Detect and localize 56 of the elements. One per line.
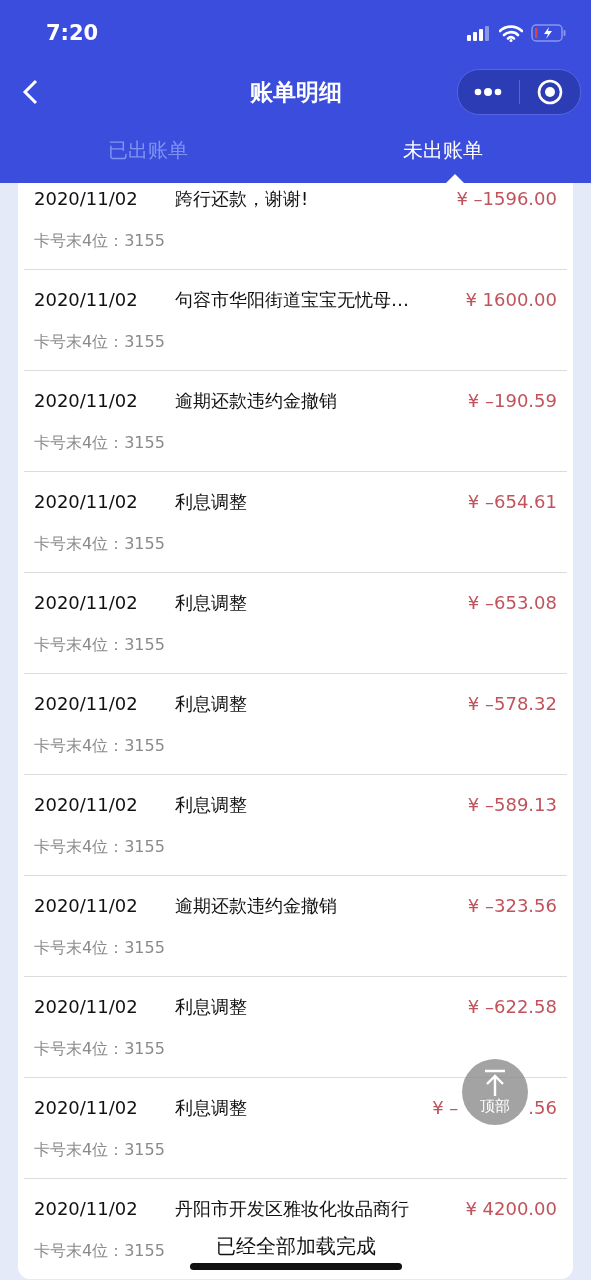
card-number: 卡号末4位：3155: [34, 230, 165, 252]
transaction-description: 利息调整: [175, 691, 248, 716]
transaction-date: 2020/11/02: [34, 1198, 139, 1219]
transaction-amount: ¥ –589.13: [467, 794, 557, 815]
card-number: 卡号末4位：3155: [34, 735, 165, 757]
transaction-amount: ¥ –323.56: [467, 895, 557, 916]
card-number: 卡号末4位：3155: [34, 937, 165, 959]
battery-icon: [531, 24, 567, 42]
wifi-icon: [499, 24, 523, 42]
more-icon[interactable]: [474, 88, 503, 96]
card-number: 卡号末4位：3155: [34, 634, 165, 656]
card-number: 卡号末4位：3155: [34, 1038, 165, 1060]
transaction-description: 丹阳市开发区雅妆化妆品商行: [175, 1196, 410, 1221]
transaction-date: 2020/11/02: [34, 1097, 139, 1118]
tab[interactable]: 已出账单: [0, 118, 296, 183]
transaction-date: 2020/11/02: [34, 996, 139, 1017]
transaction-description: 利息调整: [175, 590, 248, 615]
transaction-date: 2020/11/02: [34, 491, 139, 512]
card-number: 卡号末4位：3155: [34, 331, 165, 353]
transaction-date: 2020/11/02: [34, 895, 139, 916]
transaction-description: 利息调整: [175, 994, 248, 1019]
transaction-amount: ¥ –653.08: [467, 592, 557, 613]
tab[interactable]: 未出账单: [295, 118, 591, 183]
transaction-date: 2020/11/02: [34, 390, 139, 411]
card-number: 卡号末4位：3155: [34, 1240, 165, 1262]
transaction-amount: ¥ 1600.00: [465, 289, 557, 310]
transaction-date: 2020/11/02: [34, 794, 139, 815]
transaction-amount: ¥ –622.58: [467, 996, 557, 1017]
transaction-description: 利息调整: [175, 489, 248, 514]
signal-icon: [467, 25, 491, 41]
transaction-description: 利息调整: [175, 792, 248, 817]
transaction-amount: ¥ –654.61: [467, 491, 557, 512]
transaction-description: 句容市华阳街道宝宝无忧母…: [175, 287, 410, 312]
card-number: 卡号末4位：3155: [34, 533, 165, 555]
load-complete-text: 已经全部加载完成: [215, 1233, 376, 1260]
transaction-amount: ¥ –: [432, 1097, 459, 1118]
transaction-amount: ¥ –578.32: [467, 693, 557, 714]
transaction-date: 2020/11/02: [34, 693, 139, 714]
transaction-date: 2020/11/02: [34, 592, 139, 613]
transaction-amount: .56: [528, 1097, 557, 1118]
card-number: 卡号末4位：3155: [34, 836, 165, 858]
transaction-amount: ¥ 4200.00: [465, 1198, 557, 1219]
transaction-description: 逾期还款违约金撤销: [175, 893, 338, 918]
transaction-description: 跨行还款，谢谢!: [175, 186, 310, 211]
transaction-description: 逾期还款违约金撤销: [175, 388, 338, 413]
close-icon[interactable]: [536, 79, 563, 105]
card-number: 卡号末4位：3155: [34, 432, 165, 454]
transaction-date: 2020/11/02: [34, 289, 139, 310]
transaction-description: 利息调整: [175, 1095, 248, 1120]
card-number: 卡号末4位：3155: [34, 1139, 165, 1161]
transaction-amount: ¥ –1596.00: [456, 188, 557, 209]
transaction-amount: ¥ –190.59: [467, 390, 557, 411]
transaction-date: 2020/11/02: [34, 188, 139, 209]
arrow-up-icon: [483, 1068, 507, 1097]
status-time: 7:20: [46, 21, 99, 45]
page-title: 账单明细: [249, 77, 342, 107]
